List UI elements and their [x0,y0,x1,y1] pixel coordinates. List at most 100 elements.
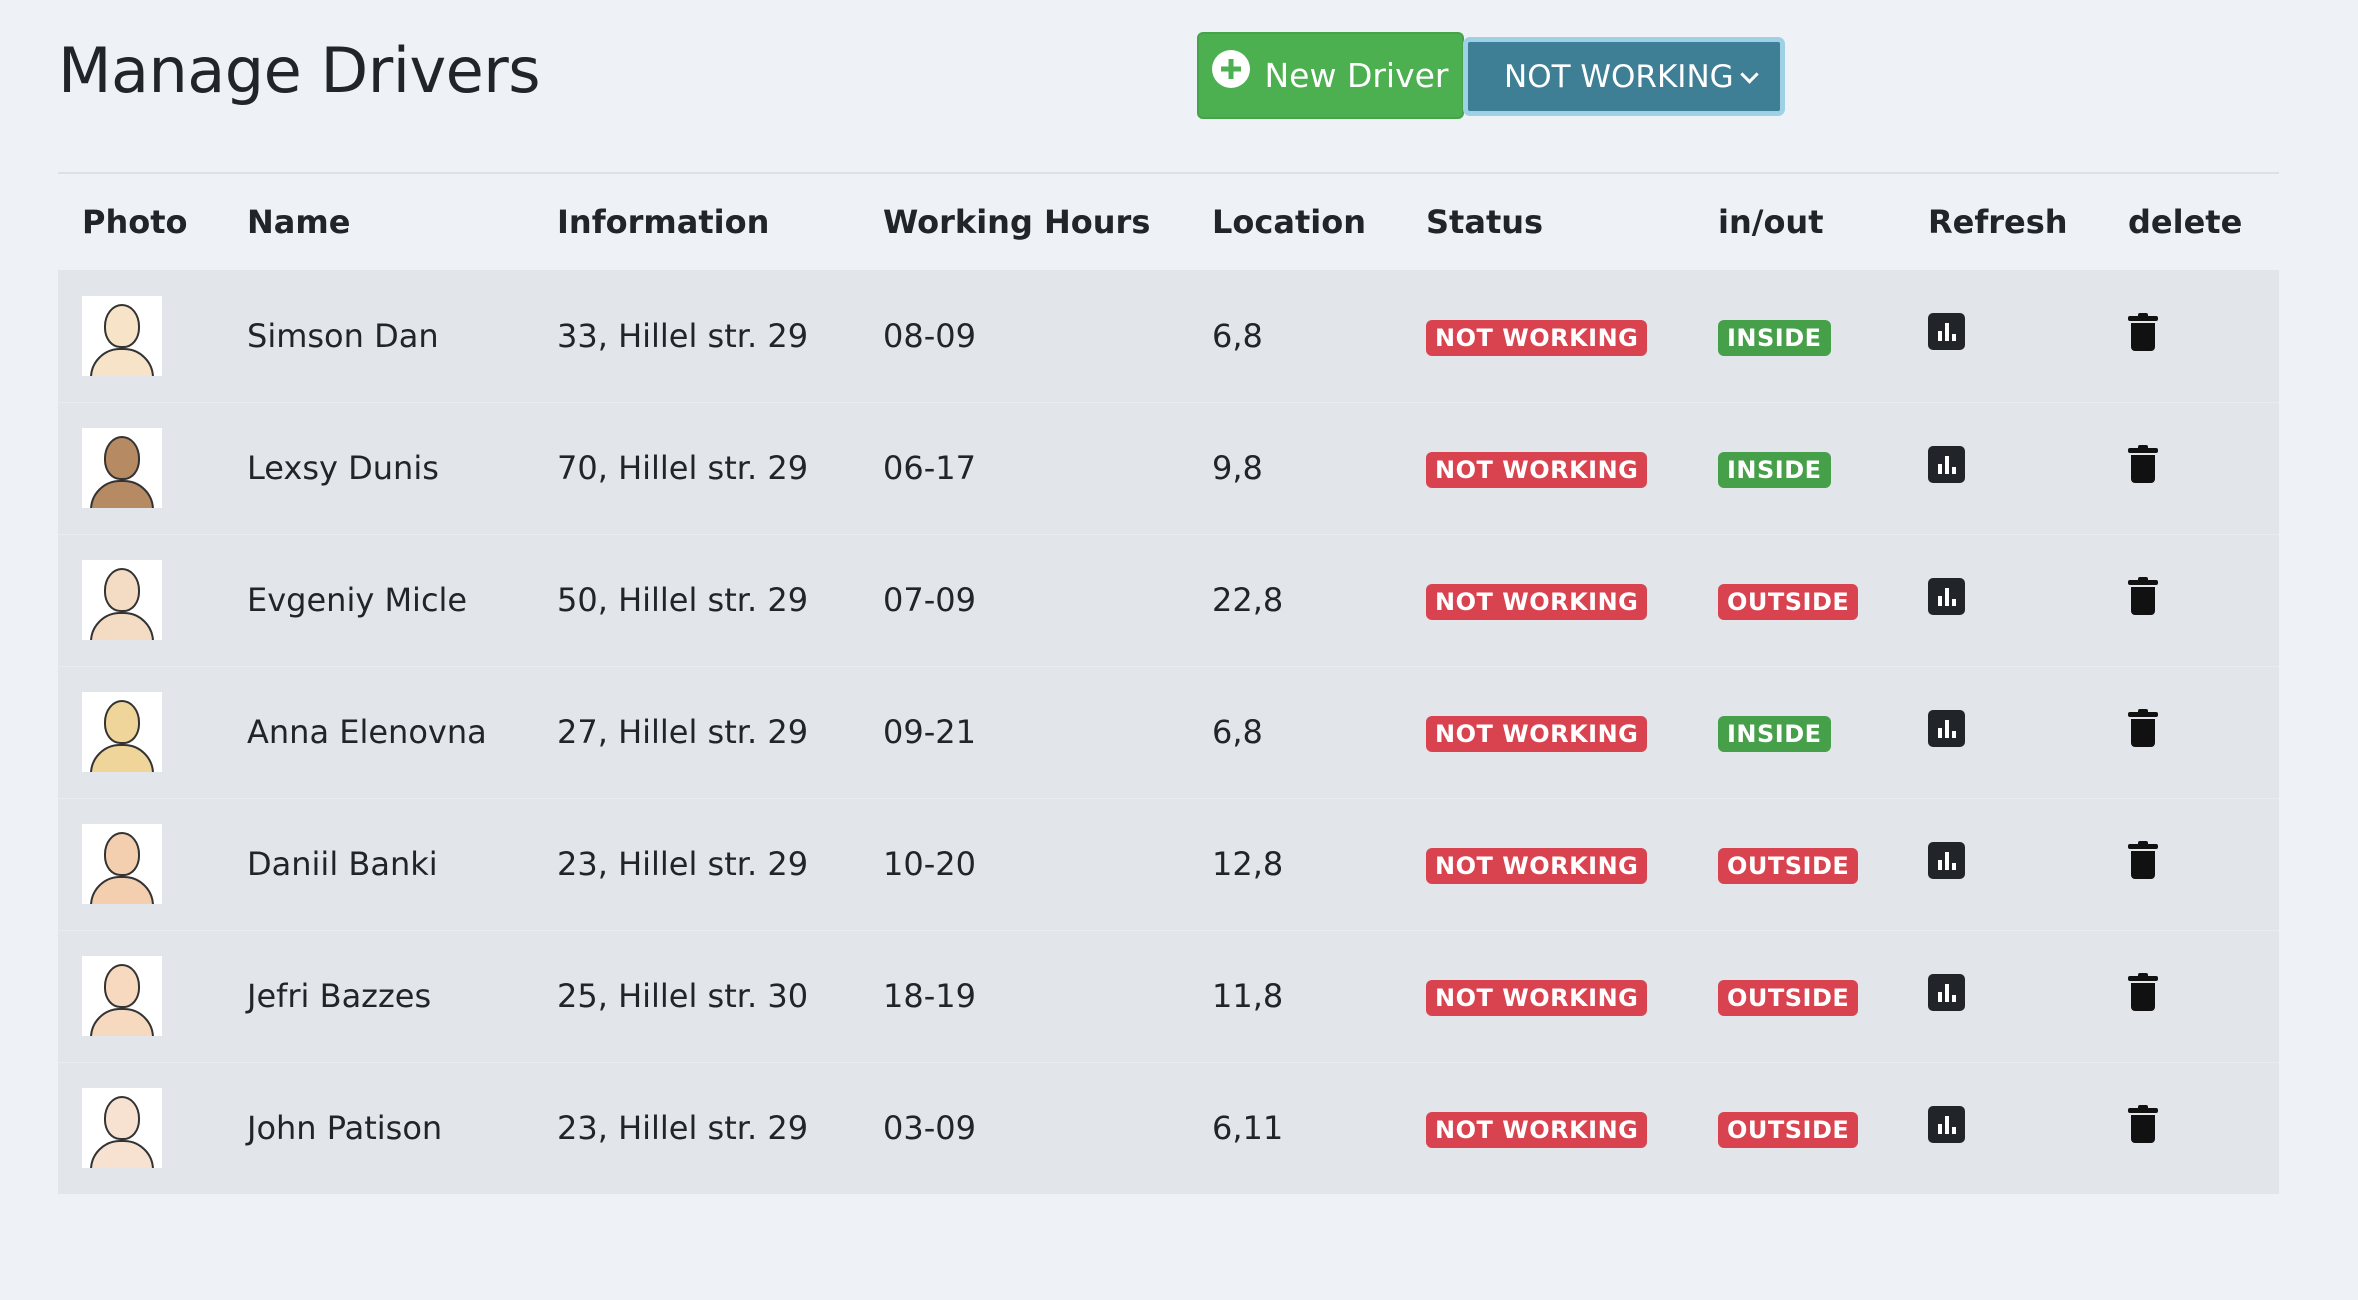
photo-cell [58,929,223,1062]
avatar-body [90,1008,154,1036]
driver-location: 6,8 [1188,665,1402,798]
status-filter-select[interactable]: NOT WORKING [1463,37,1785,116]
status-cell: NOT WORKING [1402,797,1694,930]
refresh-cell [1904,1061,2104,1194]
driver-avatar [82,428,162,508]
inout-cell: INSIDE [1694,401,1904,534]
bar-chart-icon[interactable] [1928,973,1965,1011]
inout-cell: OUTSIDE [1694,533,1904,666]
driver-information: 50, Hillel str. 29 [533,533,859,666]
status-badge: NOT WORKING [1426,848,1648,884]
driver-name: John Patison [223,1061,533,1194]
status-cell: NOT WORKING [1402,270,1694,402]
status-badge: NOT WORKING [1426,716,1648,752]
inout-badge: INSIDE [1718,452,1831,488]
bar-chart-icon[interactable] [1928,1105,1965,1143]
status-badge: NOT WORKING [1426,452,1648,488]
trash-icon[interactable] [2128,709,2158,747]
delete-cell [2104,665,2279,798]
avatar-head [104,832,140,876]
chevron-down-icon [1740,65,1759,84]
inout-cell: INSIDE [1694,270,1904,402]
column-header-photo: Photo [82,203,188,241]
avatar-body [90,612,154,640]
trash-icon[interactable] [2128,1105,2158,1144]
driver-name: Anna Elenovna [223,665,533,798]
trash-icon[interactable] [2128,577,2158,615]
trash-icon[interactable] [2128,841,2158,879]
new-driver-label: New Driver [1264,56,1449,95]
column-header-refresh: Refresh [1928,203,2068,241]
driver-location: 9,8 [1188,401,1402,534]
status-cell: NOT WORKING [1402,1061,1694,1194]
driver-working-hours: 06-17 [859,401,1188,534]
driver-avatar [82,824,162,904]
avatar-head [104,700,140,744]
column-header-name: Name [247,203,351,241]
inout-badge: INSIDE [1718,716,1831,752]
bar-chart-icon[interactable] [1928,445,1965,483]
inout-badge: OUTSIDE [1718,980,1859,1016]
status-filter-value: NOT WORKING [1504,58,1734,95]
refresh-cell [1904,665,2104,798]
avatar-head [104,303,140,348]
driver-location: 6,11 [1188,1061,1402,1194]
avatar-body [90,744,154,772]
table-row: Evgeniy Micle 50, Hillel str. 29 07-09 22,8… [58,533,2279,666]
column-header-location: Location [1212,203,1366,241]
delete-cell [2104,1061,2279,1194]
driver-working-hours: 10-20 [859,797,1188,930]
trash-icon[interactable] [2128,445,2158,483]
driver-name: Lexsy Dunis [223,401,533,534]
driver-location: 22,8 [1188,533,1402,666]
driver-name: Simson Dan [247,316,439,355]
driver-information: 23, Hillel str. 29 [533,1061,859,1194]
driver-avatar [82,692,162,772]
photo-cell [58,401,223,534]
bar-chart-icon[interactable] [1928,709,1965,747]
table-row: Jefri Bazzes 25, Hillel str. 30 18-19 11,8 N… [58,929,2279,1062]
photo-cell [58,797,223,930]
column-header-information: Information [557,203,770,241]
bar-chart-icon[interactable] [1928,313,1965,351]
plus-circle-icon [1212,49,1251,88]
inout-badge: OUTSIDE [1718,848,1859,884]
photo-cell [58,533,223,666]
refresh-cell [1904,533,2104,666]
avatar-body [90,347,154,376]
driver-working-hours: 03-09 [859,1061,1188,1194]
delete-cell [2104,270,2279,402]
bar-chart-icon[interactable] [1928,841,1965,879]
driver-name: Evgeniy Micle [223,533,533,666]
avatar-head [104,1096,140,1141]
driver-name: Jefri Bazzes [223,929,533,1062]
status-cell: NOT WORKING [1402,665,1694,798]
inout-badge: OUTSIDE [1718,1112,1859,1149]
table-row: Daniil Banki 23, Hillel str. 29 10-20 12,8 N… [58,797,2279,930]
inout-cell: INSIDE [1694,665,1904,798]
avatar-body [90,480,154,508]
driver-working-hours: 07-09 [859,533,1188,666]
refresh-cell [1904,929,2104,1062]
status-cell: NOT WORKING [1402,929,1694,1062]
table-row: John Patison 23, Hillel str. 29 03-09 6,11 N… [58,1061,2279,1194]
photo-cell [58,665,223,798]
driver-information: 25, Hillel str. 30 [533,929,859,1062]
delete-cell [2104,929,2279,1062]
driver-name: Daniil Banki [223,797,533,930]
driver-location: 11,8 [1188,929,1402,1062]
avatar-head [104,436,140,480]
new-driver-button[interactable]: New Driver [1197,32,1464,119]
table-row: Simson Dan 33, Hillel str. 29 08-09 6,8 NOT … [58,270,2279,402]
avatar-head [104,568,140,612]
driver-location: 6,8 [1212,316,1263,355]
column-header-status: Status [1426,203,1544,241]
bar-chart-icon[interactable] [1928,577,1965,615]
table-header-row: Photo Name Information Working Hours Loc… [58,174,2279,270]
driver-avatar [82,956,162,1036]
trash-icon[interactable] [2128,973,2158,1011]
trash-icon[interactable] [2128,312,2158,351]
driver-working-hours: 09-21 [859,665,1188,798]
column-header-working-hours: Working Hours [883,203,1151,241]
avatar-body [90,1140,154,1169]
